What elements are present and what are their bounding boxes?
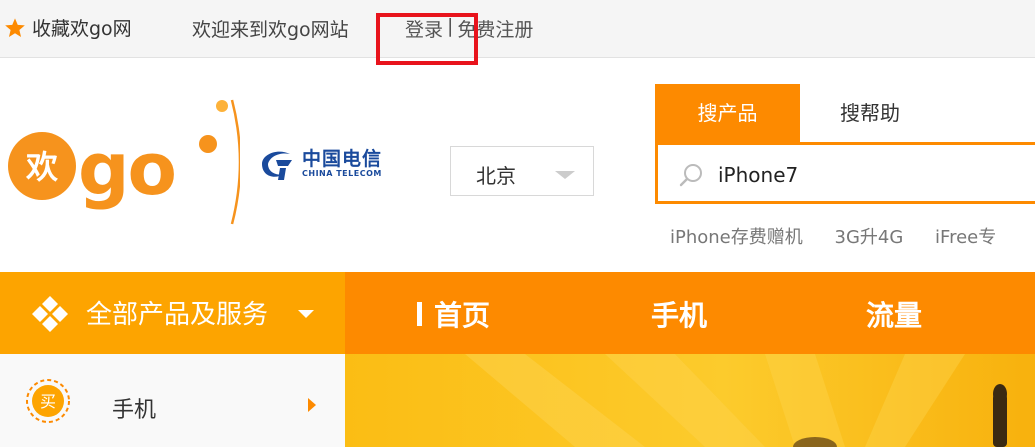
chevron-down-icon [555, 171, 575, 179]
logo-latin: go [78, 127, 175, 211]
search-value: iPhone7 [718, 163, 799, 187]
logo-char: 欢 [25, 148, 59, 186]
diamond-grid-icon [32, 296, 68, 332]
tab-search-help[interactable]: 搜帮助 [800, 84, 940, 142]
buy-badge-icon: 买 [26, 379, 70, 423]
category-sidebar: 买 手机 [0, 354, 345, 447]
tab-search-products[interactable]: 搜产品 [655, 84, 800, 142]
site-logo[interactable]: 欢 go [8, 92, 242, 232]
china-telecom-logo: 中国电信 CHINA TELECOM [256, 146, 382, 182]
hot-keyword-link[interactable]: 3G升4G [835, 227, 904, 248]
hot-keyword-link[interactable]: iPhone存费赠机 [670, 227, 803, 248]
chevron-right-icon [308, 398, 316, 412]
sidebar-item-phones[interactable]: 买 手机 [0, 354, 345, 447]
city-value: 北京 [476, 164, 516, 188]
favorite-link[interactable]: 收藏欢go网 [4, 14, 132, 41]
welcome-text: 欢迎来到欢go网站 [192, 19, 349, 41]
hot-keyword-link[interactable]: iFree专 [935, 227, 996, 248]
favorite-label: 收藏欢go网 [32, 18, 132, 40]
sidebar-item-label: 手机 [112, 398, 157, 423]
telecom-name-cn: 中国电信 [302, 147, 383, 170]
nav-item-phones[interactable]: 手机 [651, 294, 707, 334]
all-products-label: 全部产品及服务 [86, 300, 269, 330]
top-bar: 收藏欢go网 欢迎来到欢go网站 登录 | 免费注册 [0, 0, 1035, 58]
active-indicator [417, 302, 422, 326]
nav-item-home[interactable]: 首页 [434, 294, 490, 334]
search-input[interactable]: iPhone7 [655, 142, 1035, 204]
promo-banner[interactable] [345, 354, 1035, 447]
main-nav: 全部产品及服务 首页 手机 流量 [0, 272, 1035, 354]
telecom-emblem-icon [262, 151, 292, 180]
login-highlight-box [376, 13, 478, 65]
logo-graphic: 欢 go [8, 99, 242, 225]
banner-rays [465, 354, 1007, 447]
search-icon [679, 164, 702, 187]
caret-down-icon [298, 310, 314, 318]
nav-item-data[interactable]: 流量 [866, 294, 922, 334]
all-products-menu[interactable]: 全部产品及服务 [0, 272, 345, 354]
buy-badge-text: 买 [40, 392, 56, 411]
star-icon [5, 17, 25, 37]
city-select[interactable]: 北京 [450, 146, 594, 196]
hot-keywords: iPhone存费赠机 3G升4G iFree专 [670, 223, 1022, 249]
telecom-name-en: CHINA TELECOM [302, 168, 382, 178]
